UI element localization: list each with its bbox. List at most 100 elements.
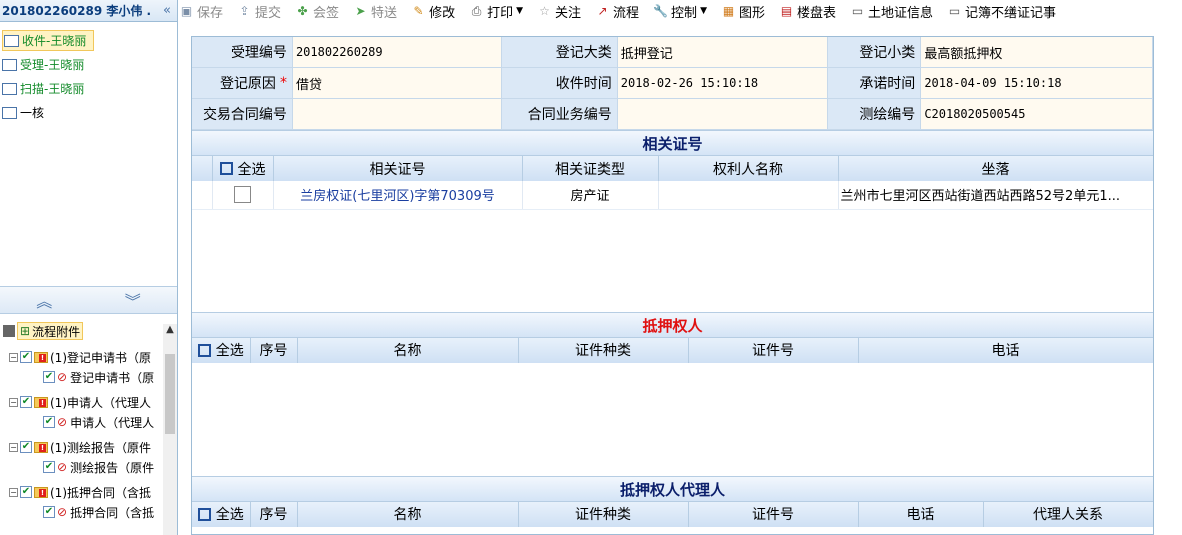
- select-all-header[interactable]: 全选: [212, 156, 274, 181]
- tree-checkbox[interactable]: ✔: [43, 506, 55, 518]
- col-id-type: 证件种类: [518, 337, 689, 363]
- collapse-minus-icon[interactable]: −: [9, 397, 18, 407]
- tree-folder-item[interactable]: −✔ (1)抵押合同（含抵: [0, 482, 177, 502]
- field-value[interactable]: 2018-02-26 15:10:18: [617, 68, 829, 98]
- tree-folder-item[interactable]: −✔ (1)登记申请书（原: [0, 347, 177, 367]
- folder-warning-icon: [34, 396, 48, 408]
- toolbar-button[interactable]: ▭ 土地证信息: [850, 0, 933, 22]
- cert-no-link[interactable]: 兰房权证(七里河区)字第70309号: [273, 181, 523, 210]
- toolbar-button[interactable]: ✎ 修改: [411, 0, 456, 22]
- table-row[interactable]: 兰房权证(七里河区)字第70309号 房产证 兰州市七里河区西站街道西站西路52…: [192, 181, 1153, 210]
- tree-file-item[interactable]: ✔ ⊘ 申请人（代理人: [0, 412, 177, 432]
- toolbar-button-label: 会签: [313, 5, 340, 21]
- tree-file-item[interactable]: ✔ ⊘ 抵押合同（含抵: [0, 502, 177, 522]
- countersign-icon: ✤: [297, 4, 308, 18]
- tree-checkbox[interactable]: ✔: [20, 441, 32, 453]
- tree-checkbox[interactable]: ✔: [43, 416, 55, 428]
- field-value[interactable]: 借贷: [292, 68, 503, 98]
- case-title: 201802260289 李小伟 ...: [2, 4, 152, 18]
- tree-checkbox[interactable]: ✔: [20, 486, 32, 498]
- collapse-minus-icon[interactable]: −: [9, 487, 18, 497]
- toolbar-button[interactable]: ↗ 流程: [595, 0, 640, 22]
- scroll-up-icon[interactable]: ▲: [163, 324, 177, 344]
- toolbar: ▣ 保存 ⇪ 提交 ✤ 会签 ➤ 特送 ✎ 修改 ⎙ 打印 ▼ ☆ 关注 ↗ 流程 🔧 控制 ▼ ▦ 图形 ▤ 楼盘表 ▭ 土地证…: [179, 0, 1182, 22]
- tree-root-label[interactable]: ⊞ 流程附件: [17, 322, 84, 340]
- expand-up-icon[interactable]: ︽: [36, 288, 52, 312]
- required-mark: *: [279, 75, 287, 91]
- step-window-icon: [4, 34, 19, 47]
- save-icon: ▣: [180, 4, 193, 18]
- field-value[interactable]: 抵押登记: [617, 37, 829, 67]
- col-name: 名称: [297, 501, 519, 527]
- scroll-thumb[interactable]: [165, 354, 175, 434]
- tree-root-checkbox[interactable]: [3, 325, 15, 337]
- field-value[interactable]: [617, 99, 829, 129]
- building-table-icon: ▤: [780, 4, 793, 18]
- workflow-step[interactable]: 受理-王晓丽: [2, 54, 177, 75]
- toolbar-button[interactable]: ✤ 会签: [295, 0, 340, 22]
- tree-folder-item[interactable]: −✔ (1)测绘报告（原件: [0, 437, 177, 457]
- col-cert-type: 相关证类型: [522, 156, 659, 181]
- row-checkbox[interactable]: [234, 186, 251, 204]
- related-cert-table: 全选 相关证号 相关证类型 权利人名称 坐落 兰房权证(七里河区)字第70309…: [192, 156, 1153, 210]
- step-window-icon: [2, 106, 17, 119]
- collapse-minus-icon[interactable]: −: [9, 352, 18, 362]
- workflow-steps: 收件-王晓丽受理-王晓丽 扫描-王晓丽 一核: [0, 22, 177, 123]
- tree-file-label: 登记申请书（原: [70, 370, 155, 385]
- paperclip-icon: ⊘: [57, 370, 68, 384]
- toolbar-button[interactable]: ⎙ 打印 ▼: [469, 0, 523, 22]
- select-all-checkbox[interactable]: [197, 507, 211, 521]
- toolbar-button[interactable]: 🔧 控制 ▼: [653, 0, 707, 22]
- col-index: 序号: [250, 337, 298, 363]
- toolbar-button-label: 提交: [255, 5, 282, 21]
- paperclip-icon: ⊘: [57, 415, 68, 429]
- collapse-panel-icon[interactable]: «: [163, 3, 171, 18]
- print-icon: ⎙: [471, 4, 482, 18]
- tree-checkbox[interactable]: ✔: [20, 396, 32, 408]
- field-value[interactable]: [292, 99, 503, 129]
- toolbar-button[interactable]: ☆ 关注: [537, 0, 581, 22]
- select-all-header[interactable]: 全选: [192, 337, 251, 363]
- col-phone: 电话: [858, 501, 984, 527]
- toolbar-button[interactable]: ▦ 图形: [721, 0, 765, 22]
- tree-folder-label: (1)抵押合同（含抵: [50, 485, 151, 500]
- field-value[interactable]: 最高额抵押权: [921, 37, 1153, 67]
- tree-file-item[interactable]: ✔ ⊘ 登记申请书（原: [0, 367, 177, 387]
- toolbar-button[interactable]: ▭ 记簿不缮证记事: [947, 0, 1056, 22]
- col-id-no: 证件号: [688, 337, 859, 363]
- collapse-minus-icon[interactable]: −: [9, 442, 18, 452]
- field-value[interactable]: 2018-04-09 15:10:18: [921, 68, 1153, 98]
- form-row: 登记原因 * 借贷 收件时间 2018-02-26 15:10:18 承诺时间 2018-0…: [192, 68, 1153, 99]
- field-label: 交易合同编号: [192, 99, 293, 129]
- tree-checkbox[interactable]: ✔: [43, 371, 55, 383]
- field-label: 登记原因 *: [192, 68, 293, 98]
- land-cert-icon: ▭: [851, 4, 864, 18]
- tree-file-item[interactable]: ✔ ⊘ 测绘报告（原件: [0, 457, 177, 477]
- workflow-step[interactable]: 收件-王晓丽: [2, 30, 94, 51]
- expand-down-icon[interactable]: ︾: [125, 288, 141, 312]
- select-all-checkbox[interactable]: [197, 343, 211, 357]
- toolbar-button[interactable]: ⇪ 提交: [237, 0, 281, 22]
- toolbar-button[interactable]: ➤ 特送: [353, 0, 398, 22]
- workflow-step[interactable]: 一核: [2, 102, 177, 123]
- tree-checkbox[interactable]: ✔: [43, 461, 55, 473]
- select-all-checkbox[interactable]: [219, 162, 233, 175]
- toolbar-button-label: 保存: [197, 5, 224, 21]
- tree-scrollbar[interactable]: ▲: [163, 324, 177, 535]
- toolbar-button[interactable]: ▤ 楼盘表: [779, 0, 836, 22]
- col-location: 坐落: [838, 156, 1153, 181]
- related-cert-empty-area: [192, 210, 1153, 312]
- select-all-header[interactable]: 全选: [192, 501, 251, 527]
- folder-warning-icon: [34, 441, 48, 453]
- field-value[interactable]: 201802260289: [292, 37, 503, 67]
- location-cell: 兰州市七里河区西站街道西站西路52号2单元1...: [838, 181, 1153, 210]
- tree-checkbox[interactable]: ✔: [20, 351, 32, 363]
- field-value[interactable]: C2018020500545: [921, 99, 1153, 129]
- toolbar-button[interactable]: ▣ 保存: [179, 0, 223, 22]
- tree-root[interactable]: ⊞ 流程附件: [0, 320, 177, 342]
- mortgagee-agent-table: 全选 序号 名称 证件种类 证件号 电话 代理人关系: [192, 501, 1153, 527]
- left-panel: 201802260289 李小伟 ... « 收件-王晓丽受理-王晓丽 扫描-王晓…: [0, 0, 178, 535]
- left-panel-header: 201802260289 李小伟 ... «: [0, 0, 177, 22]
- workflow-step[interactable]: 扫描-王晓丽: [2, 78, 177, 99]
- tree-folder-item[interactable]: −✔ (1)申请人（代理人: [0, 392, 177, 412]
